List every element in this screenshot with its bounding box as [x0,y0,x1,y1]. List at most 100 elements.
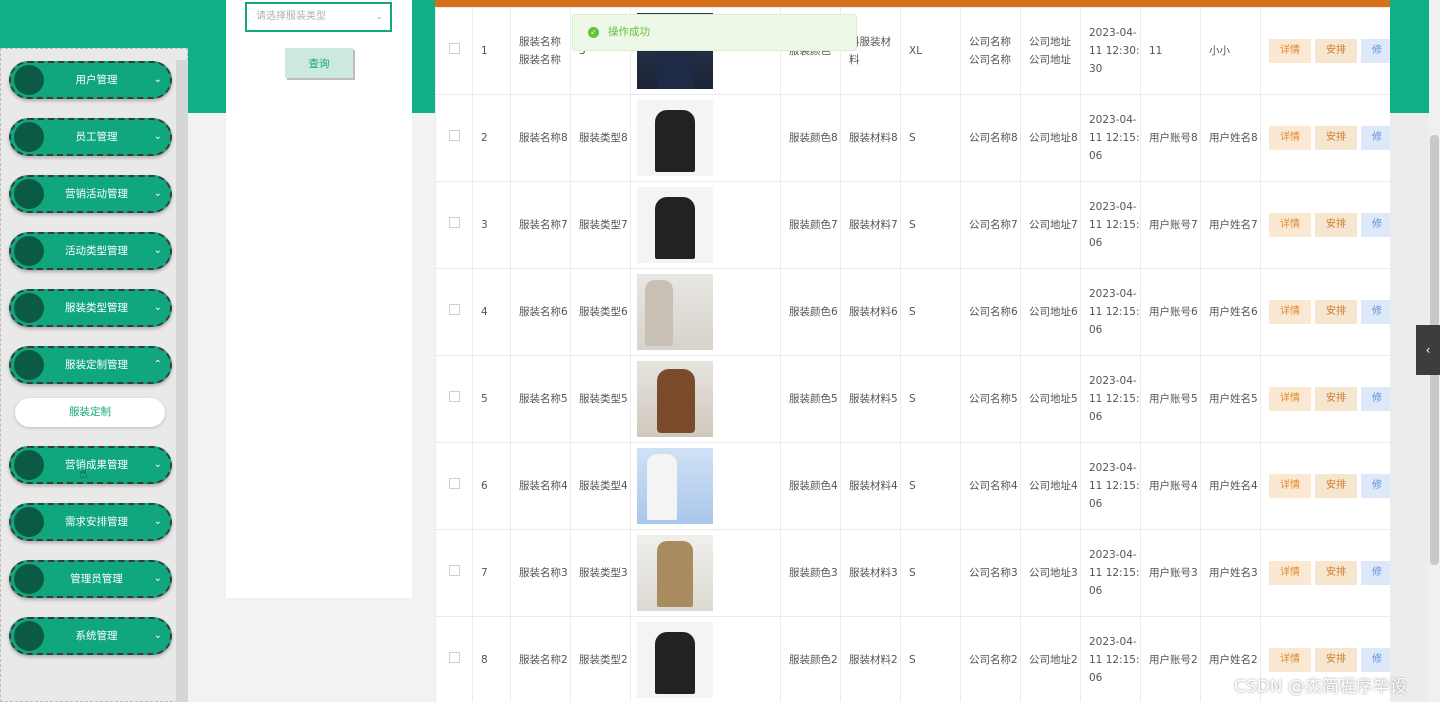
row-checkbox[interactable] [448,478,460,489]
cell-company-name: 公司名称8 [960,94,1021,182]
cell-clothing-name: 服装名称2 [510,616,571,702]
table-row: 5 服装名称5 服装类型5 服装颜色5 服装材料5 S 公司名称5 公司地址5 … [435,355,1390,443]
detail-button[interactable]: 详情 [1269,387,1311,411]
row-checkbox[interactable] [448,565,460,576]
cell-index: 5 [472,355,511,443]
cell-clothing-type: 服装类型8 [570,94,631,182]
menu-system-management[interactable]: 系统管理 ⌄ [9,617,172,655]
row-checkbox-cell [435,7,473,95]
menu-label: 需求安排管理 [65,516,128,528]
data-table: 1 服装名称服装名称 3 服装颜色 料服装材料 XL 公司名称公司名称 公司地址… [435,0,1390,702]
cell-company-address: 公司地址4 [1020,442,1081,530]
cell-time: 2023-04-11 12:30:30 [1080,7,1141,95]
cell-index: 4 [472,268,511,356]
cell-time: 2023-04-11 12:15:06 [1080,181,1141,269]
cell-size: S [900,616,961,702]
row-checkbox[interactable] [448,130,460,141]
cell-user-name: 小小 [1200,7,1261,95]
table-row: 2 服装名称8 服装类型8 服装颜色8 服装材料8 S 公司名称8 公司地址8 … [435,94,1390,182]
menu-user-management[interactable]: 用户管理 ⌄ [9,61,172,99]
menu-circle-icon [14,236,44,266]
detail-button[interactable]: 详情 [1269,300,1311,324]
row-checkbox[interactable] [448,217,460,228]
chevron-down-icon: ⌄ [153,516,162,527]
detail-button[interactable]: 详情 [1269,213,1311,237]
detail-button[interactable]: 详情 [1269,39,1311,63]
clothing-type-select[interactable]: 请选择服装类型 ⌄ [245,2,392,32]
cell-user-account: 用户账号5 [1140,355,1201,443]
menu-circle-icon [14,122,44,152]
cell-clothing-name: 服装名称7 [510,181,571,269]
cell-user-account: 用户账号7 [1140,181,1201,269]
edit-button[interactable]: 修 [1361,561,1390,585]
menu-admin-management[interactable]: 管理员管理 ⌄ [9,560,172,598]
arrange-button[interactable]: 安排 [1315,561,1357,585]
edit-button[interactable]: 修 [1361,126,1390,150]
arrange-button[interactable]: 安排 [1315,648,1357,672]
cell-size: S [900,181,961,269]
detail-button[interactable]: 详情 [1269,561,1311,585]
menu-marketing-activity-management[interactable]: 营销活动管理 ⌄ [9,175,172,213]
row-checkbox-cell [435,94,473,182]
cell-clothing-image [630,268,781,356]
cell-clothing-image [630,442,781,530]
menu-label: 服装类型管理 [65,302,128,314]
clothing-photo[interactable] [637,187,713,263]
cell-clothing-name: 服装名称4 [510,442,571,530]
menu-clothing-customization-management[interactable]: 服装定制管理 ⌃ [9,346,172,384]
menu-marketing-results-management[interactable]: 营销成果管理 ⌄ [9,446,172,484]
menu-label: 员工管理 [75,131,118,143]
row-checkbox-cell [435,355,473,443]
cell-company-address: 公司地址5 [1020,355,1081,443]
menu-label: 活动类型管理 [65,245,128,257]
menu-staff-management[interactable]: 员工管理 ⌄ [9,118,172,156]
edit-button[interactable]: 修 [1361,474,1390,498]
cell-clothing-image [630,181,781,269]
edit-button[interactable]: 修 [1361,300,1390,324]
cell-user-account: 用户账号3 [1140,529,1201,617]
arrange-button[interactable]: 安排 [1315,387,1357,411]
arrange-button[interactable]: 安排 [1315,474,1357,498]
clothing-photo[interactable] [637,622,713,698]
row-checkbox[interactable] [448,391,460,402]
edit-button[interactable]: 修 [1361,39,1390,63]
row-checkbox[interactable] [448,43,460,54]
row-checkbox-cell [435,442,473,530]
arrange-button[interactable]: 安排 [1315,213,1357,237]
edit-button[interactable]: 修 [1361,648,1390,672]
menu-demand-arrangement-management[interactable]: 需求安排管理 ⌄ [9,503,172,541]
menu-circle-icon [14,564,44,594]
cell-clothing-name: 服装名称8 [510,94,571,182]
cell-clothing-color: 服装颜色2 [780,616,841,702]
cell-clothing-type: 服装类型2 [570,616,631,702]
menu-activity-type-management[interactable]: 活动类型管理 ⌄ [9,232,172,270]
clothing-photo[interactable] [637,100,713,176]
submenu-clothing-customization[interactable]: 服装定制 [15,398,165,427]
arrange-button[interactable]: 安排 [1315,300,1357,324]
cell-clothing-type: 服装类型7 [570,181,631,269]
edit-button[interactable]: 修 [1361,213,1390,237]
detail-button[interactable]: 详情 [1269,126,1311,150]
cell-index: 1 [472,7,511,95]
cell-actions: 详情 安排修 [1260,529,1390,617]
cell-actions: 详情 安排修 [1260,94,1390,182]
menu-circle-icon [14,350,44,380]
chevron-down-icon: ⌄ [153,630,162,641]
menu-clothing-type-management[interactable]: 服装类型管理 ⌄ [9,289,172,327]
row-checkbox[interactable] [448,304,460,315]
arrange-button[interactable]: 安排 [1315,126,1357,150]
clothing-photo[interactable] [637,535,713,611]
arrange-button[interactable]: 安排 [1315,39,1357,63]
query-button[interactable]: 查询 [285,48,353,78]
clothing-photo[interactable] [637,361,713,437]
chevron-left-icon[interactable]: ‹ [1416,325,1440,375]
detail-button[interactable]: 详情 [1269,648,1311,672]
clothing-photo[interactable] [637,448,713,524]
cell-clothing-name: 服装名称5 [510,355,571,443]
edit-button[interactable]: 修 [1361,387,1390,411]
row-checkbox[interactable] [448,652,460,663]
detail-button[interactable]: 详情 [1269,474,1311,498]
chevron-down-icon: ⌄ [153,188,162,199]
clothing-photo[interactable] [637,274,713,350]
menu-circle-icon [14,293,44,323]
